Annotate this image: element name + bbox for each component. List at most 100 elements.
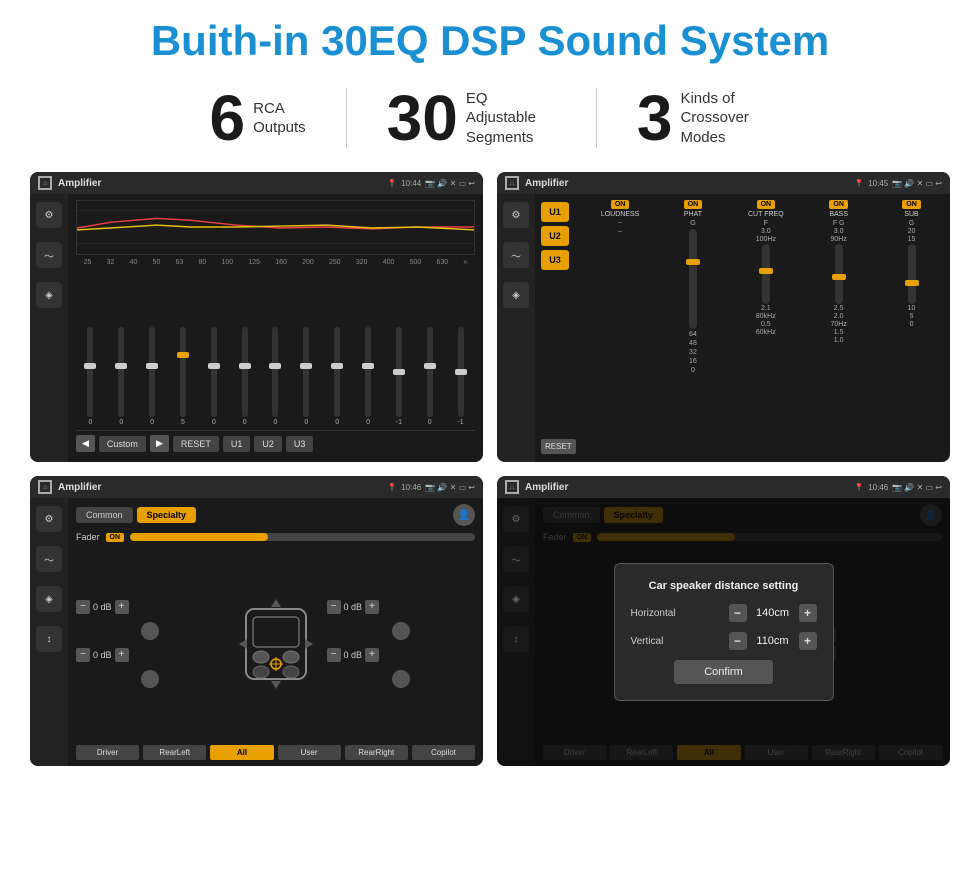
horizontal-minus[interactable]: − [729, 604, 747, 622]
u1-button[interactable]: U1 [223, 436, 251, 452]
wave-icon-2[interactable]: 〜 [503, 242, 529, 268]
slider-5[interactable]: 0 [199, 327, 228, 426]
top-left-minus[interactable]: − [76, 600, 90, 614]
custom-preset-button[interactable]: Custom [99, 436, 146, 452]
screen1-content: ⚙ 〜 ◈ [30, 194, 483, 462]
reset-btn-2[interactable]: RESET [541, 439, 576, 454]
slider-9[interactable]: 0 [323, 327, 352, 426]
all-btn[interactable]: All [210, 745, 273, 760]
eq-labels: 25 32 40 50 63 80 100 125 160 200 250 32… [76, 259, 475, 266]
page-container: Buith-in 30EQ DSP Sound System 6 RCAOutp… [0, 0, 980, 881]
fader-label: Fader [76, 532, 100, 542]
speaker-left-top [141, 622, 159, 640]
status-icons-1: 📍 10:44 📷 🔊 ✕ ▭ ↩ [387, 179, 475, 188]
tab-specialty[interactable]: Specialty [137, 507, 197, 523]
confirm-button[interactable]: Confirm [674, 660, 773, 684]
stat-crossover: 3 Kinds ofCrossover Modes [597, 86, 811, 150]
rear-left-btn[interactable]: RearLeft [143, 745, 206, 760]
freq-250: 250 [329, 259, 341, 266]
time-2: 10:45 [868, 179, 888, 188]
vertical-minus[interactable]: − [729, 632, 747, 650]
horizontal-value: 140cm [753, 607, 793, 619]
slider-11[interactable]: -1 [384, 327, 413, 426]
speaker-left-bot [141, 670, 159, 688]
top-left-db: − 0 dB + [76, 600, 225, 614]
spec-left-icons: ⚙ 〜 ◈ ↕ [30, 498, 68, 766]
eq-graph [76, 200, 475, 255]
mid-right-minus[interactable]: − [327, 648, 341, 662]
top-right-value: 0 dB [344, 602, 363, 612]
top-left-plus[interactable]: + [115, 600, 129, 614]
dialog-title: Car speaker distance setting [631, 580, 817, 592]
top-right-plus[interactable]: + [365, 600, 379, 614]
wave-icon[interactable]: 〜 [36, 242, 62, 268]
eq-icon-3[interactable]: ⚙ [36, 506, 62, 532]
crossover-main: ON LOUDNESS ~ ~ ON PHAT G [582, 194, 950, 462]
slider-13[interactable]: -1 [446, 327, 475, 426]
driver-btn[interactable]: Driver [76, 745, 139, 760]
home-icon-1[interactable]: ⌂ [38, 176, 52, 190]
tab-common[interactable]: Common [76, 507, 133, 523]
u3-select[interactable]: U3 [541, 250, 569, 270]
top-right-db: − 0 dB + [327, 600, 476, 614]
stat-number-eq: 30 [387, 86, 458, 150]
cv-cutfreq: ON CUT FREQ F 3.0 100Hz 2.1 80kHz 0.5 [731, 200, 800, 456]
slider-3[interactable]: 0 [138, 327, 167, 426]
stat-eq: 30 EQ AdjustableSegments [347, 86, 596, 150]
slider-8[interactable]: 0 [292, 327, 321, 426]
screen4-title: Amplifier [525, 482, 848, 493]
profile-icon[interactable]: 👤 [453, 504, 475, 526]
extra-icon-3[interactable]: ↕ [36, 626, 62, 652]
slider-4[interactable]: 5 [169, 327, 198, 426]
slider-12[interactable]: 0 [415, 327, 444, 426]
speaker-icon-3[interactable]: ◈ [36, 586, 62, 612]
wave-icon-3[interactable]: 〜 [36, 546, 62, 572]
speaker-right-top [392, 622, 410, 640]
speaker-grid: − 0 dB + − 0 dB + [76, 548, 475, 739]
screen-eq: ⌂ Amplifier 📍 10:44 📷 🔊 ✕ ▭ ↩ ⚙ 〜 ◈ [30, 172, 483, 462]
cutfreq-label: CUT FREQ [748, 211, 784, 218]
u2-button[interactable]: U2 [254, 436, 282, 452]
phat-label: PHAT [684, 211, 702, 218]
reset-button[interactable]: RESET [173, 436, 219, 452]
home-icon-2[interactable]: ⌂ [505, 176, 519, 190]
speaker-icon[interactable]: ◈ [36, 282, 62, 308]
u2-select[interactable]: U2 [541, 226, 569, 246]
eq-icon-2[interactable]: ⚙ [503, 202, 529, 228]
horizontal-control: − 140cm + [729, 604, 817, 622]
speaker-icon-2[interactable]: ◈ [503, 282, 529, 308]
user-btn[interactable]: User [278, 745, 341, 760]
horizontal-label: Horizontal [631, 608, 691, 619]
bass-on: ON [829, 200, 848, 209]
status-icons-3: 📍 10:46 📷 🔊 ✕ ▭ ↩ [387, 483, 475, 492]
slider-10[interactable]: 0 [354, 327, 383, 426]
vertical-plus[interactable]: + [799, 632, 817, 650]
slider-2[interactable]: 0 [107, 327, 136, 426]
home-icon-3[interactable]: ⌂ [38, 480, 52, 494]
horizontal-plus[interactable]: + [799, 604, 817, 622]
freq-100: 100 [222, 259, 234, 266]
cv-bass: ON BASS F G 3.0 90Hz 2.5 2.0 70Hz [804, 200, 873, 456]
stat-label-eq: EQ AdjustableSegments [466, 89, 556, 148]
cv-loudness: ON LOUDNESS ~ ~ [586, 200, 655, 456]
u1-select[interactable]: U1 [541, 202, 569, 222]
mid-left-minus[interactable]: − [76, 648, 90, 662]
u3-button[interactable]: U3 [286, 436, 314, 452]
mid-right-plus[interactable]: + [365, 648, 379, 662]
freq-80: 80 [199, 259, 207, 266]
rear-right-btn[interactable]: RearRight [345, 745, 408, 760]
copilot-btn[interactable]: Copilot [412, 745, 475, 760]
slider-1[interactable]: 0 [76, 327, 105, 426]
prev-preset-button[interactable]: ◀ [76, 435, 95, 452]
vertical-control: − 110cm + [729, 632, 817, 650]
top-right-minus[interactable]: − [327, 600, 341, 614]
slider-7[interactable]: 0 [261, 327, 290, 426]
status-bar-2: ⌂ Amplifier 📍 10:45 📷 🔊 ✕ ▭ ↩ [497, 172, 950, 194]
cv-phat: ON PHAT G 64 48 32 16 0 [659, 200, 728, 456]
stat-number-rca: 6 [210, 86, 246, 150]
home-icon-4[interactable]: ⌂ [505, 480, 519, 494]
eq-icon[interactable]: ⚙ [36, 202, 62, 228]
slider-6[interactable]: 0 [230, 327, 259, 426]
next-preset-button[interactable]: ▶ [150, 435, 169, 452]
mid-left-plus[interactable]: + [115, 648, 129, 662]
